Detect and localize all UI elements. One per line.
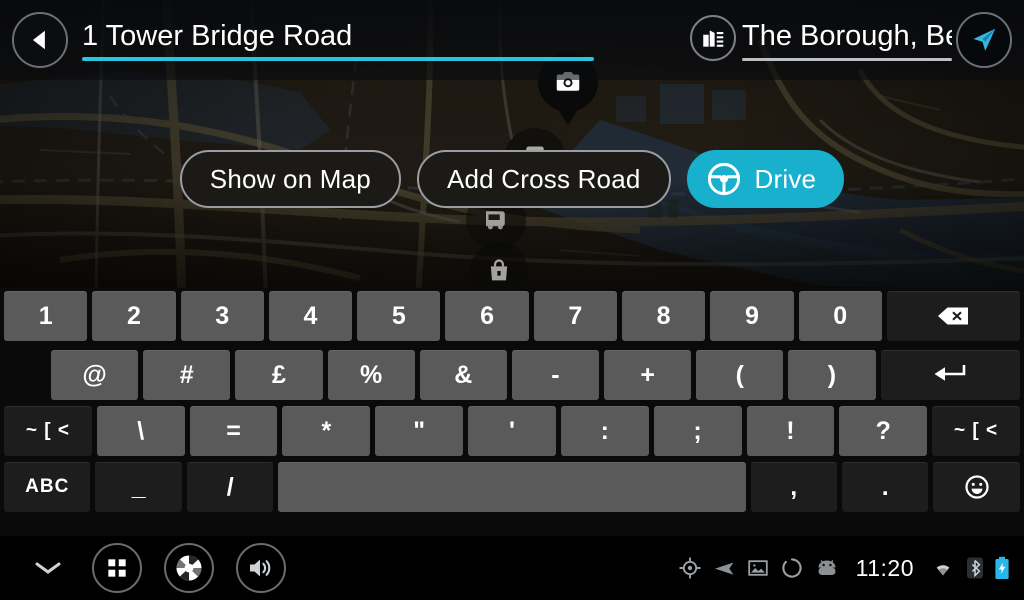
key-8[interactable]: 8 (621, 291, 706, 341)
chevron-down-icon (35, 562, 61, 574)
sync-icon (781, 558, 802, 578)
key-asterisk[interactable]: * (282, 406, 371, 456)
address-input[interactable]: 1 Tower Bridge Road (82, 14, 594, 66)
address-input-value: 1 Tower Bridge Road (82, 20, 353, 52)
volume-up-icon (250, 559, 271, 577)
apps-button[interactable] (92, 543, 142, 593)
keyboard-row-symbols: @ # £ % & - + ( ) (0, 344, 1024, 400)
system-navigation-bar: 11:20 (0, 536, 1024, 600)
key-enter[interactable] (880, 350, 1021, 400)
system-clock: 11:20 (855, 554, 914, 581)
system-status-icons: 11:20 (678, 555, 1024, 582)
bluetooth-icon (967, 557, 983, 579)
keyboard-row-punctuation: ~ [ < \ = * " ' : ; ! ? ~ [ < (0, 400, 1024, 456)
key-backspace[interactable] (886, 291, 1021, 341)
key-5[interactable]: 5 (357, 291, 441, 341)
add-cross-road-button[interactable]: Add Cross Road (416, 150, 671, 208)
key-exclamation[interactable]: ! (746, 406, 835, 456)
screenshot-button[interactable] (164, 543, 214, 593)
battery-charging-icon (995, 556, 1009, 579)
key-plus[interactable]: + (604, 350, 692, 400)
key-underscore[interactable]: _ (95, 462, 182, 512)
back-button[interactable] (12, 12, 68, 68)
system-bar-left-controls (0, 543, 286, 593)
apps-grid-icon (108, 559, 126, 577)
key-equals[interactable]: = (189, 406, 278, 456)
key-backslash[interactable]: \ (96, 406, 185, 456)
key-at[interactable]: @ (51, 350, 139, 400)
enter-icon (934, 365, 966, 381)
on-screen-keyboard: 1 2 3 4 5 6 7 8 9 0 @ # £ % & - + () ~ … (0, 288, 1024, 536)
city-icon-badge[interactable] (690, 15, 736, 61)
city-buildings-icon (703, 30, 724, 47)
key-symbols-mode-right[interactable]: ~ [ < (932, 406, 1020, 456)
action-button-row: Show on Map Add Cross Road Drive (0, 150, 1024, 208)
key-hyphen[interactable]: - (511, 350, 600, 400)
city-input-value: The Borough, Be (742, 20, 952, 52)
key-question[interactable]: ? (839, 406, 928, 456)
gps-icon (679, 557, 701, 579)
key-9[interactable]: 9 (710, 291, 794, 341)
navigation-app-screen: 1 Tower Bridge Road The Borough, Be Show… (0, 0, 1024, 600)
address-input-underline (82, 57, 594, 61)
image-icon (747, 560, 768, 576)
keyboard-row-numbers: 1 2 3 4 5 6 7 8 9 0 (0, 288, 1024, 344)
key-comma[interactable]: , (750, 462, 837, 512)
key-7[interactable]: 7 (533, 291, 617, 341)
emoji-smiley-icon (965, 475, 989, 499)
steering-wheel-icon (707, 162, 740, 196)
drive-label: Drive (754, 163, 817, 194)
key-symbols-mode-left[interactable]: ~ [ < (4, 406, 92, 456)
key-3[interactable]: 3 (180, 291, 264, 341)
key-ampersand[interactable]: & (419, 350, 507, 400)
key-4[interactable]: 4 (268, 291, 353, 341)
key-single-quote[interactable]: ' (468, 406, 556, 456)
key-abc-mode[interactable]: ABC (4, 462, 91, 512)
key-pound[interactable]: £ (235, 350, 323, 400)
key-emoji[interactable] (933, 462, 1020, 512)
key-percent[interactable]: % (327, 350, 415, 400)
city-input-underline (742, 58, 952, 61)
key-colon[interactable]: : (560, 406, 649, 456)
navigation-arrow-icon (714, 562, 734, 575)
backspace-icon (938, 307, 969, 325)
key-paren-close[interactable]: ) (788, 350, 876, 400)
key-2[interactable]: 2 (92, 291, 176, 341)
key-double-quote[interactable]: " (375, 406, 464, 456)
volume-button[interactable] (236, 543, 286, 593)
android-robot-icon (818, 559, 836, 575)
key-paren-open[interactable]: ( (696, 350, 784, 400)
back-arrow-icon (32, 30, 45, 50)
drive-button[interactable]: Drive (686, 150, 845, 208)
key-period[interactable]: . (841, 462, 929, 512)
navigation-button[interactable] (956, 12, 1012, 68)
key-hash[interactable]: # (143, 350, 231, 400)
header-bar: 1 Tower Bridge Road The Borough, Be (0, 0, 1024, 80)
key-slash[interactable]: / (186, 462, 274, 512)
camera-aperture-icon (176, 555, 202, 581)
bus-icon (486, 211, 505, 230)
add-cross-road-label: Add Cross Road (446, 163, 641, 194)
keyboard-row-bottom: ABC _ / , . (0, 456, 1024, 512)
show-on-map-label: Show on Map (209, 163, 371, 194)
key-semicolon[interactable]: ; (653, 406, 742, 456)
key-0[interactable]: 0 (798, 291, 882, 341)
wifi-icon (936, 565, 950, 576)
key-1[interactable]: 1 (4, 291, 88, 341)
key-space[interactable] (278, 462, 746, 512)
key-6[interactable]: 6 (445, 291, 529, 341)
shopping-bag-icon (490, 259, 508, 281)
hide-keyboard-button[interactable] (26, 543, 70, 593)
show-on-map-button[interactable]: Show on Map (179, 150, 401, 208)
navigation-arrow-icon (973, 28, 996, 51)
